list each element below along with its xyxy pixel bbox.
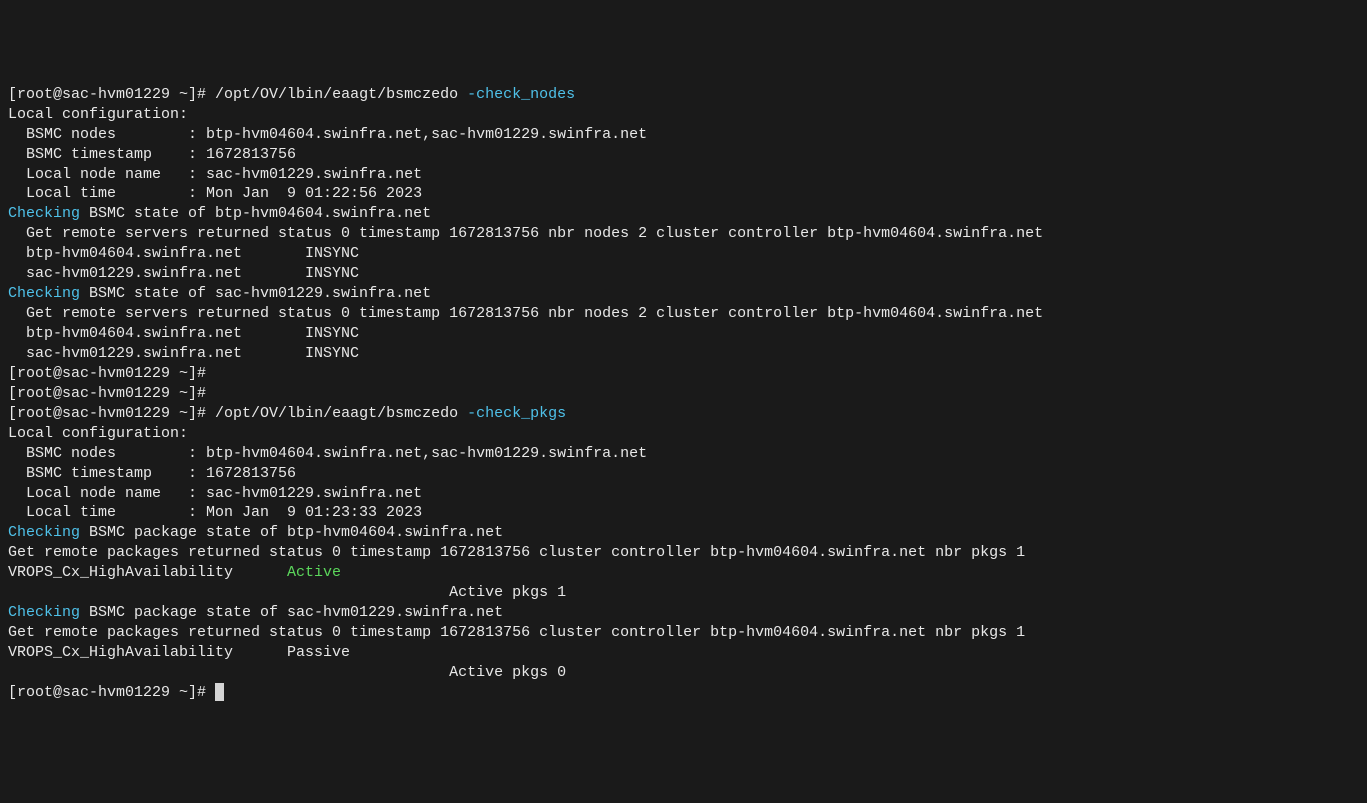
prompt-current[interactable]: [root@sac-hvm01229 ~]#: [8, 683, 1359, 703]
node-sync-status: btp-hvm04604.swinfra.net INSYNC: [8, 244, 1359, 264]
prompt-text: [root@sac-hvm01229 ~]#: [8, 684, 215, 701]
cursor-icon: [215, 683, 224, 701]
check-status: Get remote servers returned status 0 tim…: [8, 224, 1359, 244]
cmd-path: /opt/OV/lbin/eaagt/bsmczedo: [215, 86, 467, 103]
check-target: BSMC state of btp-hvm04604.swinfra.net: [80, 205, 431, 222]
local-node-name: Local node name : sac-hvm01229.swinfra.n…: [8, 484, 1359, 504]
check-target: BSMC package state of sac-hvm01229.swinf…: [80, 604, 503, 621]
check-node-2: Checking BSMC state of sac-hvm01229.swin…: [8, 284, 1359, 304]
local-config-header: Local configuration:: [8, 105, 1359, 125]
pkg-status: Get remote packages returned status 0 ti…: [8, 623, 1359, 643]
bsmc-nodes: BSMC nodes : btp-hvm04604.swinfra.net,sa…: [8, 125, 1359, 145]
cmd-path: /opt/OV/lbin/eaagt/bsmczedo: [215, 405, 467, 422]
bsmc-timestamp: BSMC timestamp : 1672813756: [8, 464, 1359, 484]
check-node-1: Checking BSMC state of btp-hvm04604.swin…: [8, 204, 1359, 224]
cmd-line-2: [root@sac-hvm01229 ~]# /opt/OV/lbin/eaag…: [8, 404, 1359, 424]
checking-keyword: Checking: [8, 604, 80, 621]
cmd-arg: -check_pkgs: [467, 405, 566, 422]
check-status: Get remote servers returned status 0 tim…: [8, 304, 1359, 324]
terminal-output[interactable]: [root@sac-hvm01229 ~]# /opt/OV/lbin/eaag…: [8, 85, 1359, 703]
local-config-header: Local configuration:: [8, 424, 1359, 444]
local-time: Local time : Mon Jan 9 01:23:33 2023: [8, 503, 1359, 523]
cmd-line-1: [root@sac-hvm01229 ~]# /opt/OV/lbin/eaag…: [8, 85, 1359, 105]
checking-keyword: Checking: [8, 285, 80, 302]
prompt-text: [root@sac-hvm01229 ~]#: [8, 86, 215, 103]
local-time: Local time : Mon Jan 9 01:22:56 2023: [8, 184, 1359, 204]
check-pkg-2: Checking BSMC package state of sac-hvm01…: [8, 603, 1359, 623]
pkg-state-line: VROPS_Cx_HighAvailability Passive: [8, 643, 1359, 663]
prompt-empty: [root@sac-hvm01229 ~]#: [8, 384, 1359, 404]
checking-keyword: Checking: [8, 524, 80, 541]
checking-keyword: Checking: [8, 205, 80, 222]
active-pkgs-summary: Active pkgs 1: [8, 583, 1359, 603]
node-sync-status: btp-hvm04604.swinfra.net INSYNC: [8, 324, 1359, 344]
pkg-state-line: VROPS_Cx_HighAvailability Active: [8, 563, 1359, 583]
prompt-text: [root@sac-hvm01229 ~]#: [8, 405, 215, 422]
prompt-empty: [root@sac-hvm01229 ~]#: [8, 364, 1359, 384]
check-pkg-1: Checking BSMC package state of btp-hvm04…: [8, 523, 1359, 543]
pkg-status: Get remote packages returned status 0 ti…: [8, 543, 1359, 563]
pkg-state-active: Active: [287, 564, 341, 581]
node-sync-status: sac-hvm01229.swinfra.net INSYNC: [8, 264, 1359, 284]
check-target: BSMC state of sac-hvm01229.swinfra.net: [80, 285, 431, 302]
bsmc-timestamp: BSMC timestamp : 1672813756: [8, 145, 1359, 165]
check-target: BSMC package state of btp-hvm04604.swinf…: [80, 524, 503, 541]
pkg-name: VROPS_Cx_HighAvailability: [8, 564, 287, 581]
local-node-name: Local node name : sac-hvm01229.swinfra.n…: [8, 165, 1359, 185]
node-sync-status: sac-hvm01229.swinfra.net INSYNC: [8, 344, 1359, 364]
active-pkgs-summary: Active pkgs 0: [8, 663, 1359, 683]
bsmc-nodes: BSMC nodes : btp-hvm04604.swinfra.net,sa…: [8, 444, 1359, 464]
cmd-arg: -check_nodes: [467, 86, 575, 103]
